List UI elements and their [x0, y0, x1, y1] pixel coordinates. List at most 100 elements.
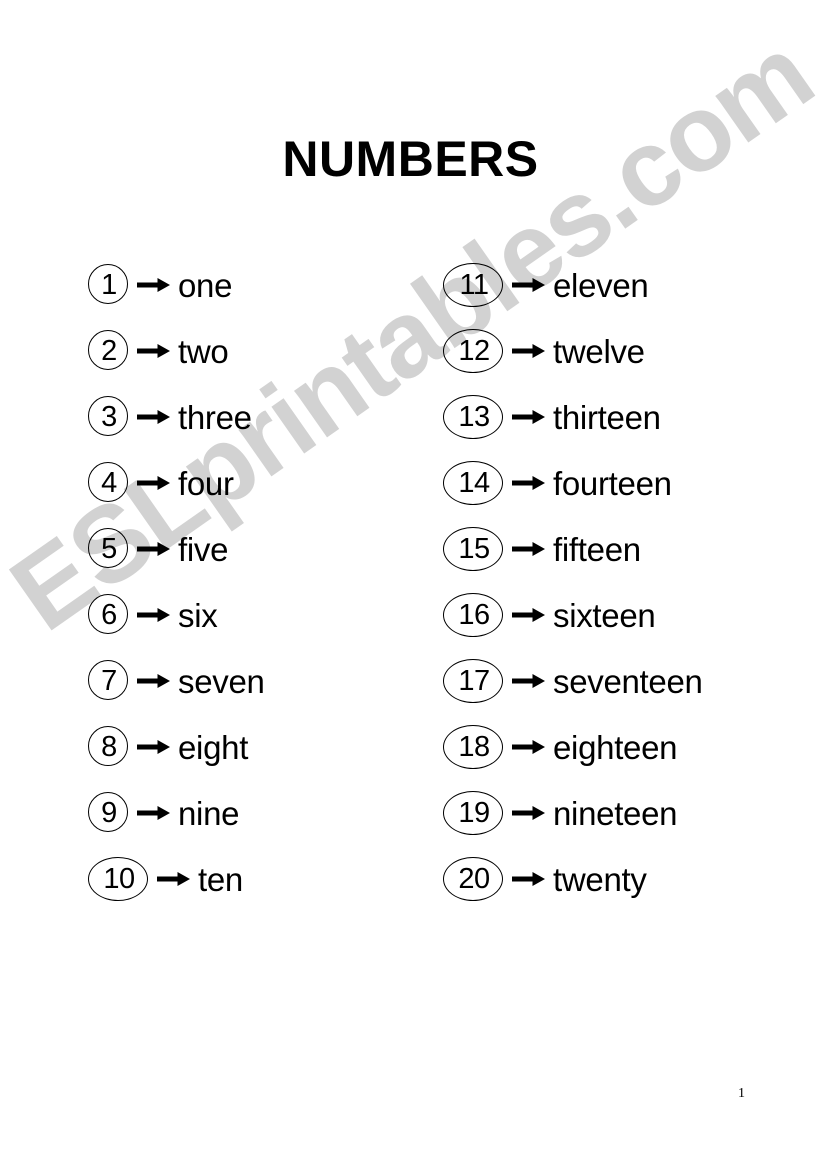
number-word: one — [178, 266, 233, 304]
circled-number: 3 — [88, 395, 130, 439]
number-value: 20 — [458, 862, 490, 895]
number-column-left: 1 one 2 two 3 three 4 four 5 five 6 six 7 seven 8 eight… — [88, 252, 265, 912]
circled-number: 9 — [88, 791, 130, 835]
circled-number: 14 — [443, 461, 505, 505]
number-row: 15 fifteen — [443, 516, 703, 582]
right-arrow-icon — [505, 405, 553, 429]
number-word: eleven — [553, 266, 649, 304]
circled-number: 17 — [443, 659, 505, 703]
number-row: 12 twelve — [443, 318, 703, 384]
number-word: thirteen — [553, 398, 661, 436]
number-word: twelve — [553, 332, 645, 370]
number-row: 2 two — [88, 318, 265, 384]
number-value: 8 — [101, 730, 117, 763]
right-arrow-icon — [505, 603, 553, 627]
circled-number: 20 — [443, 857, 505, 901]
circled-number: 11 — [443, 263, 505, 307]
circled-number: 4 — [88, 461, 130, 505]
number-value: 3 — [101, 400, 117, 433]
right-arrow-icon — [130, 405, 178, 429]
right-arrow-icon — [130, 273, 178, 297]
circled-number: 16 — [443, 593, 505, 637]
circled-number: 8 — [88, 725, 130, 769]
number-value: 15 — [458, 532, 490, 565]
number-row: 4 four — [88, 450, 265, 516]
number-row: 14 fourteen — [443, 450, 703, 516]
right-arrow-icon — [505, 537, 553, 561]
number-row: 16 sixteen — [443, 582, 703, 648]
number-word: six — [178, 596, 218, 634]
circled-number: 12 — [443, 329, 505, 373]
circled-number: 18 — [443, 725, 505, 769]
number-value: 12 — [458, 334, 490, 367]
number-word: five — [178, 530, 229, 568]
number-word: fifteen — [553, 530, 641, 568]
number-word: fourteen — [553, 464, 672, 502]
number-row: 1 one — [88, 252, 265, 318]
right-arrow-icon — [130, 603, 178, 627]
number-row: 7 seven — [88, 648, 265, 714]
number-column-right: 11 eleven 12 twelve 13 thirteen 14 fourteen 15 fi… — [443, 252, 703, 912]
number-word: eight — [178, 728, 249, 766]
number-word: four — [178, 464, 234, 502]
right-arrow-icon — [505, 867, 553, 891]
number-row: 20 twenty — [443, 846, 703, 912]
page-number: 1 — [738, 1086, 745, 1101]
number-value: 5 — [101, 532, 117, 565]
right-arrow-icon — [505, 339, 553, 363]
number-row: 11 eleven — [443, 252, 703, 318]
number-row: 17 seventeen — [443, 648, 703, 714]
number-value: 13 — [458, 400, 490, 433]
circled-number: 2 — [88, 329, 130, 373]
number-word: nine — [178, 794, 240, 832]
number-word: nineteen — [553, 794, 678, 832]
worksheet-page: ESLprintables.com NUMBERS 1 one 2 two 3 three… — [0, 0, 821, 1169]
number-value: 1 — [101, 268, 117, 301]
right-arrow-icon — [150, 867, 198, 891]
number-row: 5 five — [88, 516, 265, 582]
number-row: 13 thirteen — [443, 384, 703, 450]
circled-number: 19 — [443, 791, 505, 835]
number-word: sixteen — [553, 596, 656, 634]
right-arrow-icon — [505, 735, 553, 759]
number-row: 3 three — [88, 384, 265, 450]
circled-number: 15 — [443, 527, 505, 571]
circled-number: 10 — [88, 857, 150, 901]
number-word: two — [178, 332, 229, 370]
right-arrow-icon — [130, 339, 178, 363]
number-value: 18 — [458, 730, 490, 763]
number-value: 10 — [103, 862, 135, 895]
number-word: eighteen — [553, 728, 678, 766]
number-row: 19 nineteen — [443, 780, 703, 846]
number-word: seven — [178, 662, 265, 700]
circled-number: 5 — [88, 527, 130, 571]
number-value: 19 — [458, 796, 490, 829]
circled-number: 1 — [88, 263, 130, 307]
number-value: 17 — [458, 664, 490, 697]
right-arrow-icon — [505, 669, 553, 693]
circled-number: 6 — [88, 593, 130, 637]
right-arrow-icon — [505, 273, 553, 297]
right-arrow-icon — [130, 537, 178, 561]
number-row: 6 six — [88, 582, 265, 648]
page-title: NUMBERS — [282, 130, 539, 187]
number-value: 7 — [101, 664, 117, 697]
number-value: 9 — [101, 796, 117, 829]
number-row: 9 nine — [88, 780, 265, 846]
number-value: 6 — [101, 598, 117, 631]
number-word: three — [178, 398, 252, 436]
number-word: twenty — [553, 860, 647, 898]
right-arrow-icon — [505, 801, 553, 825]
number-word: ten — [198, 860, 243, 898]
number-value: 11 — [459, 268, 489, 301]
number-row: 10 ten — [88, 846, 265, 912]
right-arrow-icon — [130, 735, 178, 759]
number-row: 8 eight — [88, 714, 265, 780]
number-value: 14 — [458, 466, 490, 499]
right-arrow-icon — [130, 471, 178, 495]
number-word: seventeen — [553, 662, 703, 700]
right-arrow-icon — [505, 471, 553, 495]
number-row: 18 eighteen — [443, 714, 703, 780]
number-value: 4 — [101, 466, 117, 499]
circled-number: 7 — [88, 659, 130, 703]
